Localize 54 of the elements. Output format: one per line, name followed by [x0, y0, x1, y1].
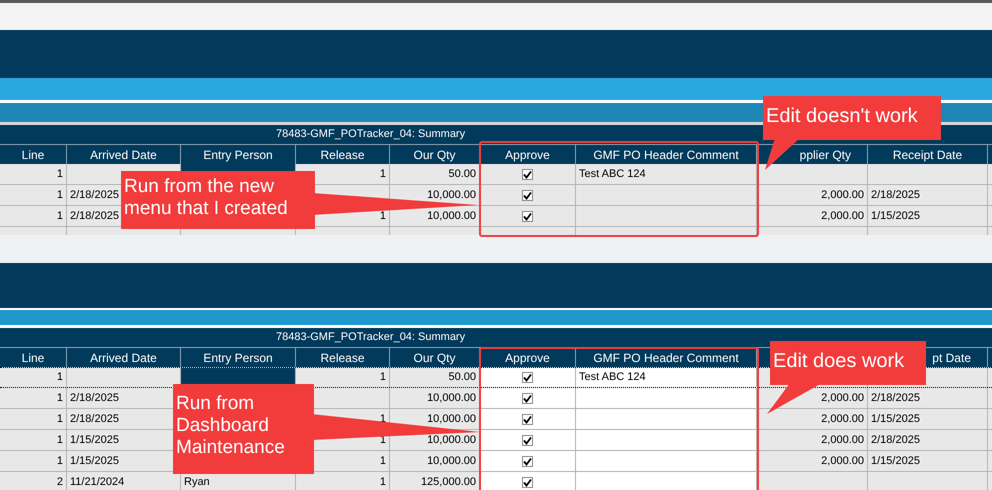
approve-checkbox[interactable] [522, 434, 533, 446]
table-cell: 1 [0, 368, 67, 387]
approve-checkbox[interactable] [522, 168, 533, 180]
check-icon [523, 170, 532, 178]
table-cell: 50.00 [390, 164, 480, 184]
approve-checkbox[interactable] [522, 190, 533, 200]
table-cell: 2,000.00 [757, 206, 868, 226]
check-icon [523, 414, 532, 424]
check-icon [523, 190, 532, 200]
comment-cell[interactable]: Test ABC 124 [576, 368, 757, 387]
comment-cell[interactable]: Test ABC 124 [576, 164, 757, 184]
table-title-bar: 78483-GMF_POTracker_04: Summary [0, 328, 992, 347]
comment-cell[interactable] [576, 409, 757, 429]
table-row[interactable]: 2 11/21/2024 Ryan 1 125,000.00 [0, 472, 992, 490]
approve-checkbox[interactable] [522, 414, 533, 424]
approve-checkbox[interactable] [522, 476, 533, 488]
table-cell: 1/15/2025 [868, 409, 988, 429]
table-cell: 1/15/2025 [868, 451, 988, 471]
table-cell: 1 [0, 206, 67, 226]
column-header[interactable]: pplier Qty [800, 146, 851, 164]
table-cell: 1 [0, 451, 67, 471]
table-cell: 2,000.00 [757, 430, 868, 450]
table-cell: 10,000.00 [390, 388, 480, 408]
table-cell: 2,000.00 [757, 185, 868, 205]
table-cell: 1/15/2025 [868, 206, 988, 226]
table-cell: 2/18/2025 [868, 430, 988, 450]
comment-cell[interactable] [576, 430, 757, 450]
callout-tooltip: Run from the new menu that I created [121, 171, 315, 229]
comment-cell[interactable] [576, 388, 757, 408]
table-cell: 1 [0, 388, 67, 408]
table-cell: 1 [0, 430, 67, 450]
table-cell: 2,000.00 [757, 451, 868, 471]
table-cell: 10,000.00 [390, 451, 480, 471]
table-cell: 2/18/2025 [868, 185, 988, 205]
check-icon [523, 394, 532, 402]
approve-checkbox[interactable] [522, 392, 533, 404]
check-icon [523, 436, 532, 444]
comment-cell[interactable] [576, 451, 757, 471]
check-icon [523, 456, 532, 466]
approve-checkbox[interactable] [522, 456, 533, 466]
table-cell: 50.00 [390, 368, 480, 387]
check-icon [523, 478, 532, 486]
comment-cell[interactable] [576, 472, 757, 490]
table-cell: 1 [0, 185, 67, 205]
table-cell: 125,000.00 [390, 472, 480, 490]
table-cell: 2/18/2025 [868, 388, 988, 408]
table-cell: 1 [0, 164, 67, 184]
table-cell: 1 [0, 409, 67, 429]
check-icon [523, 212, 532, 220]
check-icon [523, 373, 532, 382]
approve-checkbox[interactable] [522, 372, 533, 383]
approve-checkbox[interactable] [522, 210, 533, 222]
table-cell: 2 [0, 472, 67, 490]
column-header[interactable]: pt Date [932, 348, 971, 366]
